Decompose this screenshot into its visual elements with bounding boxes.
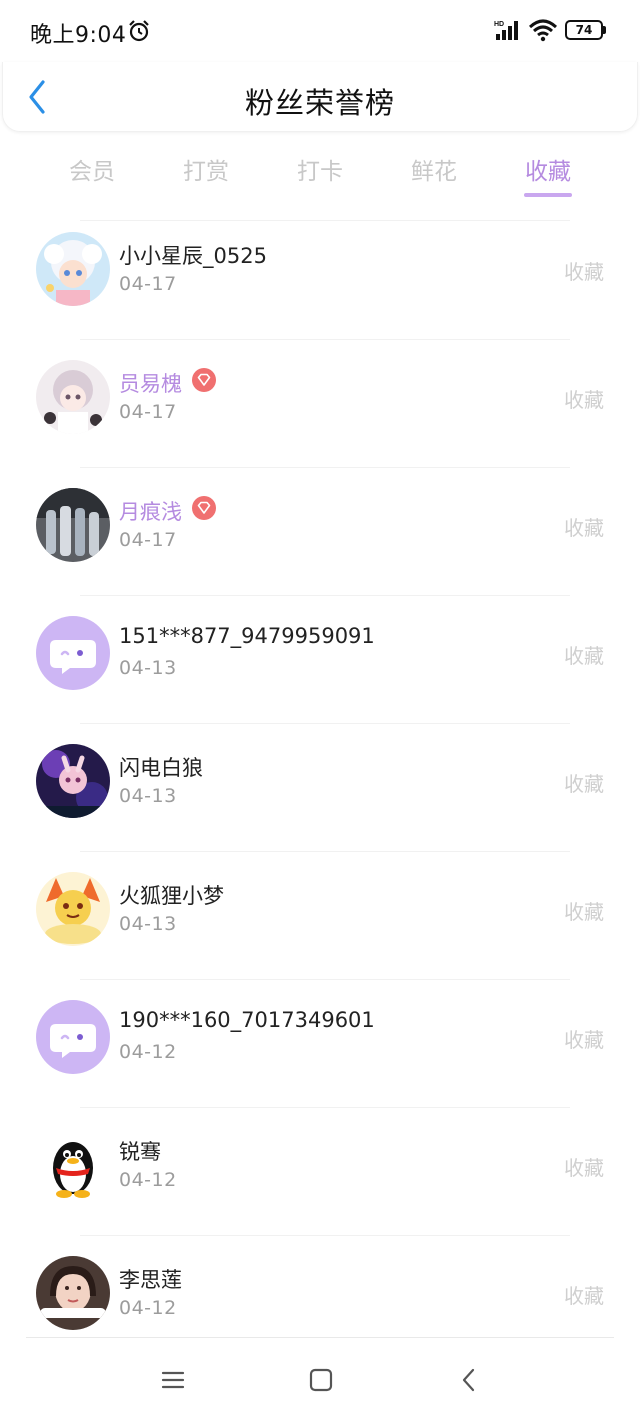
list-item[interactable]: 190***160_7017349601 04-12 收藏 <box>0 988 640 1116</box>
status-time: 晚上9:04 <box>30 23 127 48</box>
action-label: 收藏 <box>564 772 604 796</box>
tab-favorites[interactable]: 收藏 <box>508 152 588 186</box>
avatar[interactable] <box>36 232 110 306</box>
user-name: 火狐狸小梦 <box>119 884 224 908</box>
action-label: 收藏 <box>564 1028 604 1052</box>
action-label: 收藏 <box>564 260 604 284</box>
diamond-icon <box>192 496 216 520</box>
tab-indicator <box>524 193 572 197</box>
user-name: 月痕浅 <box>119 500 182 524</box>
tab-checkin[interactable]: 打卡 <box>280 152 360 186</box>
divider <box>80 723 570 724</box>
action-label: 收藏 <box>564 1284 604 1308</box>
home-square-icon[interactable] <box>306 1365 336 1395</box>
user-date: 04-12 <box>119 1041 177 1063</box>
action-label: 收藏 <box>564 644 604 668</box>
user-date: 04-13 <box>119 785 177 807</box>
action-label: 收藏 <box>564 900 604 924</box>
divider <box>80 595 570 596</box>
avatar[interactable] <box>36 616 110 690</box>
page-title: 粉丝荣誉榜 <box>244 86 395 120</box>
user-date: 04-17 <box>119 401 177 423</box>
hd-signal-icon: HD <box>494 21 518 40</box>
avatar[interactable] <box>36 1000 110 1074</box>
list-item[interactable]: 小小星辰_0525 04-17 收藏 <box>0 220 640 348</box>
divider <box>80 851 570 852</box>
user-name: 员易槐 <box>119 372 182 396</box>
system-nav-bar <box>0 1338 640 1422</box>
avatar[interactable] <box>36 360 110 434</box>
tab-flowers[interactable]: 鲜花 <box>394 152 474 186</box>
divider <box>80 1107 570 1108</box>
user-name: 李思莲 <box>119 1268 182 1292</box>
avatar[interactable] <box>36 1256 110 1330</box>
divider <box>80 339 570 340</box>
user-name: 小小星辰_0525 <box>119 244 267 268</box>
tab-tips[interactable]: 打赏 <box>166 152 246 186</box>
menu-icon[interactable] <box>158 1365 188 1395</box>
user-date: 04-13 <box>119 657 177 679</box>
wifi-icon <box>528 19 558 42</box>
alarm-icon <box>129 20 149 42</box>
list-item[interactable]: 151***877_9479959091 04-13 收藏 <box>0 604 640 732</box>
user-date: 04-17 <box>119 529 177 551</box>
battery-icon: 74 <box>565 20 607 40</box>
divider <box>80 467 570 468</box>
default-chat-icon <box>36 616 110 690</box>
user-name: 锐骞 <box>119 1140 161 1164</box>
user-name: 151***877_9479959091 <box>119 624 375 648</box>
list-item[interactable]: 锐骞 04-12 收藏 <box>0 1116 640 1244</box>
list-item[interactable]: 闪电白狼 04-13 收藏 <box>0 732 640 860</box>
user-date: 04-13 <box>119 913 177 935</box>
action-label: 收藏 <box>564 388 604 412</box>
avatar[interactable] <box>36 744 110 818</box>
diamond-icon <box>192 368 216 392</box>
avatar[interactable] <box>36 488 110 562</box>
back-arrow-icon[interactable] <box>454 1365 484 1395</box>
user-name: 190***160_7017349601 <box>119 1008 375 1032</box>
action-label: 收藏 <box>564 1156 604 1180</box>
battery-level: 74 <box>575 23 593 37</box>
action-label: 收藏 <box>564 516 604 540</box>
user-date: 04-12 <box>119 1297 177 1319</box>
avatar[interactable] <box>36 1128 110 1202</box>
tab-members[interactable]: 会员 <box>52 152 132 186</box>
header: 粉丝荣誉榜 <box>2 62 638 132</box>
status-bar: 晚上9:04 HD 74 <box>0 0 640 60</box>
list-item[interactable]: 月痕浅 04-17 收藏 <box>0 476 640 604</box>
default-chat-icon <box>36 1000 110 1074</box>
user-date: 04-17 <box>119 273 177 295</box>
svg-text:HD: HD <box>494 21 504 28</box>
list-item[interactable]: 员易槐 04-17 收藏 <box>0 348 640 476</box>
penguin-icon <box>36 1128 110 1202</box>
user-date: 04-12 <box>119 1169 177 1191</box>
avatar[interactable] <box>36 872 110 946</box>
divider <box>80 1235 570 1236</box>
divider <box>80 979 570 980</box>
list-item[interactable]: 火狐狸小梦 04-13 收藏 <box>0 860 640 988</box>
user-name: 闪电白狼 <box>119 756 203 780</box>
tab-bar: 会员 打赏 打卡 鲜花 收藏 <box>0 145 640 205</box>
